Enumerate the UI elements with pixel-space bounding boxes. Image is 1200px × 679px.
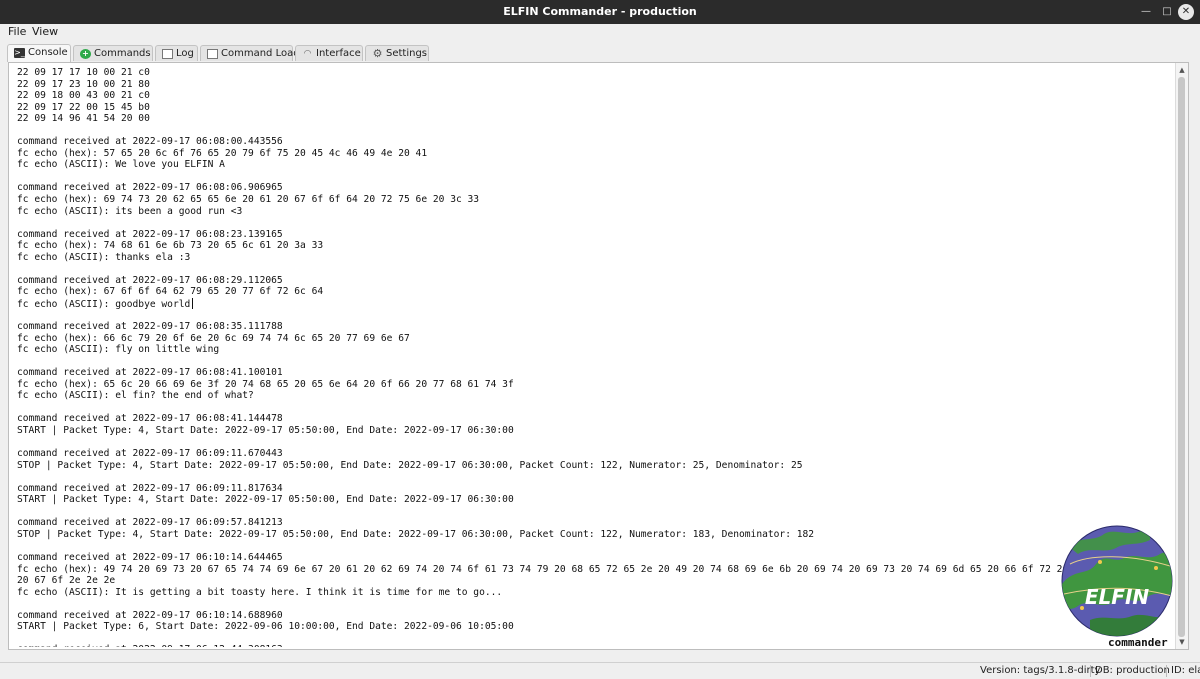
command-load-icon bbox=[207, 49, 218, 59]
logo-caption: commander bbox=[1108, 636, 1168, 649]
menu-file[interactable]: File bbox=[8, 25, 26, 39]
console-line: 22 09 17 22 00 15 45 b0 bbox=[17, 101, 150, 113]
text-cursor bbox=[192, 297, 194, 309]
console-line: fc echo (hex): 49 74 20 69 73 20 67 65 7… bbox=[17, 563, 1155, 575]
console-line: fc echo (hex): 74 68 61 6e 6b 73 20 65 6… bbox=[17, 240, 324, 252]
console-line: command received at 2022-09-17 06:10:14.… bbox=[17, 551, 283, 563]
tab-commands-label: Commands bbox=[94, 48, 151, 59]
console-text[interactable]: 22 09 17 17 10 00 21 c0 22 09 17 23 10 00… bbox=[17, 67, 1175, 647]
gear-icon: ⚙ bbox=[372, 47, 383, 60]
logo-text: ELFIN bbox=[1085, 585, 1150, 609]
status-version: Version: tags/3.1.8-dirty bbox=[980, 665, 1101, 676]
console-line: fc echo (ASCII): goodbye world bbox=[17, 297, 1175, 310]
console-line: STOP | Packet Type: 4, Start Date: 2022-… bbox=[17, 459, 803, 471]
console-line: 22 09 17 23 10 00 21 80 bbox=[17, 78, 150, 90]
status-divider bbox=[1090, 665, 1091, 677]
tab-console-label: Console bbox=[28, 47, 68, 58]
maximize-icon[interactable]: □ bbox=[1159, 4, 1175, 20]
console-line: fc echo (ASCII): thanks ela :3 bbox=[17, 251, 191, 263]
tab-command-load-label: Command Load bbox=[221, 48, 300, 59]
console-line: command received at 2022-09-17 06:08:23.… bbox=[17, 228, 283, 240]
console-icon: >_ bbox=[14, 48, 25, 58]
console-line: fc echo (ASCII): It is getting a bit toa… bbox=[17, 586, 503, 598]
console-line: STOP | Packet Type: 4, Start Date: 2022-… bbox=[17, 528, 815, 540]
console-line: fc echo (hex): 66 6c 79 20 6f 6e 20 6c 6… bbox=[17, 332, 410, 344]
menu-bar: File View bbox=[0, 24, 1200, 40]
console-line: command received at 2022-09-17 06:09:11.… bbox=[17, 482, 283, 494]
tab-log-label: Log bbox=[176, 48, 194, 59]
console-line: 22 09 14 96 41 54 20 00 bbox=[17, 113, 150, 125]
console-line: fc echo (ASCII): its been a good run <3 bbox=[17, 205, 243, 217]
console-line: command received at 2022-09-17 06:10:14.… bbox=[17, 609, 283, 621]
title-bar: ELFIN Commander - production — □ ✕ bbox=[0, 0, 1200, 24]
console-output[interactable]: 22 09 17 17 10 00 21 c0 22 09 17 23 10 00… bbox=[8, 62, 1189, 650]
tab-interface[interactable]: ◠ Interface bbox=[295, 45, 363, 61]
log-icon bbox=[162, 49, 173, 59]
elfin-logo: ELFIN bbox=[1061, 525, 1173, 637]
window-title: ELFIN Commander - production bbox=[503, 5, 697, 18]
console-line: command received at 2022-09-17 06:09:11.… bbox=[17, 448, 283, 460]
console-line: 22 09 17 17 10 00 21 c0 bbox=[17, 67, 150, 78]
close-icon[interactable]: ✕ bbox=[1178, 4, 1194, 20]
status-db: DB: production bbox=[1095, 665, 1170, 676]
console-line: command received at 2022-09-17 06:08:35.… bbox=[17, 321, 283, 333]
console-line: fc echo (hex): 57 65 20 6c 6f 76 65 20 7… bbox=[17, 147, 428, 159]
wifi-icon: ◠ bbox=[303, 49, 312, 59]
tab-settings-label: Settings bbox=[386, 48, 428, 59]
console-line: command received at 2022-09-17 06:08:29.… bbox=[17, 274, 283, 286]
menu-view[interactable]: View bbox=[32, 25, 58, 39]
scroll-down-icon[interactable]: ▼ bbox=[1176, 636, 1188, 648]
console-line: 20 67 6f 2e 2e 2e bbox=[17, 575, 116, 587]
console-line: command received at 2022-09-17 06:09:57.… bbox=[17, 517, 283, 529]
console-line: START | Packet Type: 4, Start Date: 2022… bbox=[17, 424, 514, 436]
tab-settings[interactable]: ⚙ Settings bbox=[365, 45, 429, 61]
status-divider bbox=[1166, 665, 1167, 677]
console-scrollbar[interactable]: ▲ ▼ bbox=[1175, 63, 1188, 649]
tab-log[interactable]: Log bbox=[155, 45, 198, 61]
status-bar: Version: tags/3.1.8-dirty DB: production… bbox=[0, 662, 1200, 679]
scroll-thumb[interactable] bbox=[1178, 77, 1185, 637]
tab-commands[interactable]: + Commands bbox=[73, 45, 153, 61]
console-line: command received at 2022-09-17 06:08:41.… bbox=[17, 367, 283, 379]
console-line: command received at 2022-09-17 06:08:00.… bbox=[17, 136, 283, 148]
tab-console[interactable]: >_ Console bbox=[7, 44, 71, 62]
console-line: command received at 2022-09-17 06:08:06.… bbox=[17, 182, 283, 194]
minimize-icon[interactable]: — bbox=[1138, 4, 1154, 20]
console-line: 22 09 18 00 43 00 21 c0 bbox=[17, 90, 150, 102]
tab-interface-label: Interface bbox=[316, 48, 361, 59]
status-id: ID: ela bbox=[1171, 665, 1200, 676]
console-line: fc echo (hex): 67 6f 6f 64 62 79 65 20 7… bbox=[17, 286, 324, 298]
console-line: fc echo (ASCII): We love you ELFIN A bbox=[17, 159, 225, 171]
console-line: fc echo (ASCII): el fin? the end of what… bbox=[17, 390, 254, 402]
console-line: fc echo (hex): 65 6c 20 66 69 6e 3f 20 7… bbox=[17, 378, 514, 390]
console-line: START | Packet Type: 4, Start Date: 2022… bbox=[17, 494, 514, 506]
console-line: command received at 2022-09-17 06:12:44.… bbox=[17, 644, 1175, 647]
commands-icon: + bbox=[80, 49, 91, 59]
tab-bar: >_ Console + Commands Log Command Load ◠… bbox=[7, 44, 1197, 62]
console-line: fc echo (hex): 69 74 73 20 62 65 65 6e 2… bbox=[17, 194, 480, 206]
console-line: START | Packet Type: 6, Start Date: 2022… bbox=[17, 621, 514, 633]
scroll-up-icon[interactable]: ▲ bbox=[1176, 64, 1188, 76]
tab-command-load[interactable]: Command Load bbox=[200, 45, 300, 61]
app-window: ELFIN Commander - production — □ ✕ File … bbox=[0, 0, 1200, 679]
console-line: command received at 2022-09-17 06:08:41.… bbox=[17, 413, 283, 425]
console-line: fc echo (ASCII): fly on little wing bbox=[17, 344, 220, 356]
